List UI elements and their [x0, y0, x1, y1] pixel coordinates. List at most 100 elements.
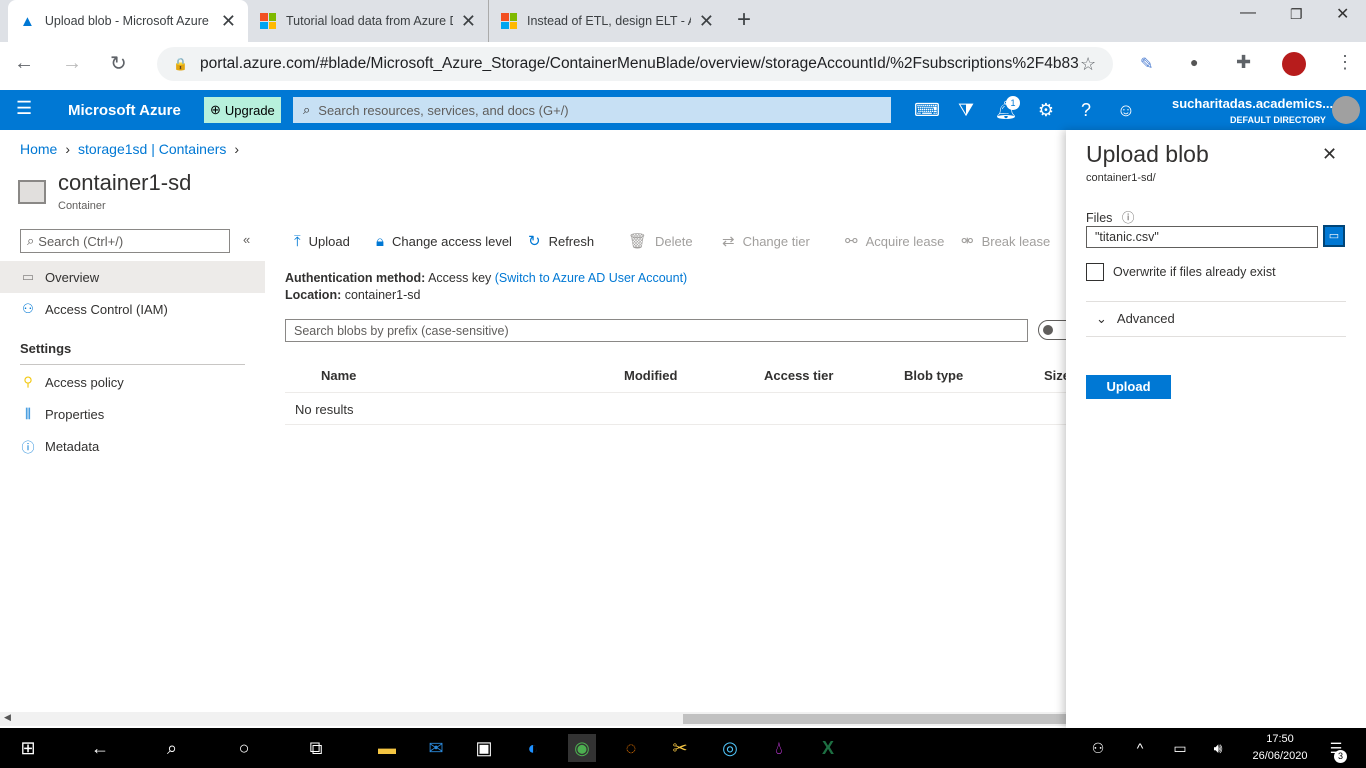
page-subtitle: Container — [58, 200, 106, 212]
paint-icon[interactable]: 💧︎ — [765, 734, 793, 762]
break-lease-button[interactable]: ⚮ Break lease — [961, 231, 1050, 251]
upgrade-button[interactable]: ⊕ Upgrade — [204, 97, 281, 123]
tab-etl[interactable]: Instead of ETL, design ELT - Azure ✕ — [488, 0, 726, 42]
files-input[interactable]: "titanic.csv" — [1086, 226, 1318, 248]
back-icon[interactable]: ← — [14, 52, 34, 75]
brand[interactable]: Microsoft Azure — [68, 102, 181, 119]
container-icon: ▭ — [21, 269, 35, 284]
extension-icon[interactable]: ✎ — [1140, 54, 1153, 74]
task-view-icon[interactable]: ⧉ — [302, 734, 330, 762]
advanced-toggle[interactable]: ⌄ Advanced — [1096, 311, 1175, 327]
volume-icon[interactable]: 🔊︎ — [1204, 734, 1232, 762]
battery-icon[interactable]: ▭ — [1166, 734, 1194, 762]
chrome-icon[interactable]: ◉ — [568, 734, 596, 762]
sidebar-search-input[interactable]: ⌕ Search (Ctrl+/) — [20, 229, 230, 253]
help-icon[interactable]: ? — [1074, 98, 1098, 122]
files-label: Files ⓘ — [1086, 211, 1135, 225]
chevron-up-icon[interactable]: ^ — [1126, 734, 1154, 762]
mail-icon[interactable]: ✉ — [422, 734, 450, 762]
overwrite-checkbox[interactable] — [1086, 263, 1104, 281]
profile-avatar[interactable] — [1282, 52, 1306, 76]
sidebar-item-overview[interactable]: ▭ Overview — [0, 261, 265, 293]
people-icon[interactable]: ⚇ — [1084, 734, 1112, 762]
tab-tutorial[interactable]: Tutorial load data from Azure Data ✕ — [248, 0, 488, 42]
sidebar-item-access-control[interactable]: ⚇ Access Control (IAM) — [0, 293, 265, 325]
puzzle-icon[interactable]: ✚ — [1236, 52, 1251, 73]
back-icon[interactable]: ← — [86, 734, 114, 762]
taskbar: ⊞ ← ⌕ ○ ⧉ ▬ ✉ ▣ ◐ ◉ ◌ ✂ ◎ 💧︎ X ⚇ ^ ▭ 🔊︎ … — [0, 728, 1366, 768]
chevron-right-icon: › — [65, 141, 71, 157]
tab-upload-blob[interactable]: ▲ Upload blob - Microsoft Azure ✕ — [8, 0, 248, 42]
clock-date[interactable]: 26/06/2020 — [1244, 750, 1316, 762]
app-icon[interactable]: ◎ — [716, 734, 744, 762]
extension-icon[interactable]: ● — [1190, 54, 1198, 70]
directory-filter-icon[interactable]: ⧩ — [954, 98, 978, 122]
url-field[interactable]: 🔒 portal.azure.com/#blade/Microsoft_Azur… — [157, 47, 1113, 81]
search-icon: ⌕ — [27, 233, 35, 248]
gear-icon[interactable]: ⚙ — [1034, 98, 1058, 122]
hamburger-menu-icon[interactable]: ☰ — [16, 98, 32, 119]
column-modified[interactable]: Modified — [624, 368, 677, 383]
horizontal-scrollbar[interactable]: ◀ — [0, 712, 1066, 726]
cloud-shell-icon[interactable]: ⌨ — [914, 98, 940, 122]
windows-start-icon[interactable]: ⊞ — [14, 734, 42, 762]
notification-badge: 1 — [1006, 96, 1020, 110]
store-icon[interactable]: ▣ — [470, 734, 498, 762]
sidebar-item-access-policy[interactable]: ⚲ Access policy — [0, 366, 265, 398]
delete-button[interactable]: 🗑︎ Delete — [628, 231, 693, 251]
switch-auth-link[interactable]: (Switch to Azure AD User Account) — [495, 271, 687, 285]
close-window-button[interactable]: ✕ — [1336, 4, 1349, 24]
column-name[interactable]: Name — [321, 368, 356, 383]
location: Location: container1-sd — [285, 288, 421, 302]
user-avatar[interactable] — [1332, 96, 1360, 124]
close-tab-icon[interactable]: ✕ — [221, 11, 236, 32]
collapse-sidebar-icon[interactable]: « — [243, 232, 250, 247]
global-search-input[interactable]: ⌕ Search resources, services, and docs (G… — [293, 97, 891, 123]
edge-icon[interactable]: ◐ — [519, 734, 547, 762]
close-icon[interactable]: ✕ — [1322, 144, 1337, 165]
app-icon[interactable]: ✂ — [666, 734, 694, 762]
cortana-icon[interactable]: ○ — [230, 734, 258, 762]
restore-button[interactable]: ❐ — [1290, 6, 1303, 23]
new-tab-button[interactable]: + — [737, 6, 751, 34]
menu-icon[interactable]: ⋮ — [1336, 52, 1354, 73]
upload-button[interactable]: ⤒ Upload — [294, 231, 350, 251]
column-blob-type[interactable]: Blob type — [904, 368, 963, 383]
file-explorer-icon[interactable]: ▬ — [373, 734, 401, 762]
overwrite-label: Overwrite if files already exist — [1113, 265, 1276, 279]
close-tab-icon[interactable]: ✕ — [461, 11, 476, 32]
jupyter-icon[interactable]: ◌ — [617, 734, 645, 762]
search-icon[interactable]: ⌕ — [158, 734, 186, 762]
change-access-level-button[interactable]: 🔒︎ Change access level — [376, 231, 512, 251]
info-icon: ⓘ — [1121, 211, 1135, 225]
excel-icon[interactable]: X — [814, 734, 842, 762]
blob-search-input[interactable]: Search blobs by prefix (case-sensitive) — [285, 319, 1028, 342]
refresh-button[interactable]: ↻ Refresh — [528, 231, 594, 251]
sidebar-item-properties[interactable]: ⫼ Properties — [0, 398, 265, 430]
change-tier-button[interactable]: ⇄ Change tier — [722, 231, 810, 251]
container-icon — [18, 180, 46, 204]
reload-icon[interactable]: ↻ — [110, 51, 127, 76]
minimize-button[interactable]: — — [1240, 4, 1256, 22]
scrollbar-thumb[interactable] — [683, 714, 1066, 724]
browse-folder-button[interactable]: ▭ — [1323, 225, 1345, 247]
people-icon: ⚇ — [22, 301, 34, 316]
star-icon[interactable]: ☆ — [1080, 54, 1096, 75]
clock-time[interactable]: 17:50 — [1262, 733, 1298, 745]
user-name[interactable]: sucharitadas.academics... — [1172, 96, 1333, 111]
close-tab-icon[interactable]: ✕ — [699, 11, 714, 32]
scroll-left-icon[interactable]: ◀ — [4, 712, 11, 723]
breadcrumb-storage[interactable]: storage1sd | Containers — [78, 141, 226, 157]
upload-submit-button[interactable]: Upload — [1086, 375, 1171, 399]
broken-link-icon: ⚮ — [961, 233, 974, 250]
breadcrumb-home[interactable]: Home — [20, 141, 57, 157]
divider — [285, 424, 1066, 425]
sidebar-item-metadata[interactable]: ⓘ Metadata — [0, 430, 265, 462]
lock-icon: 🔒︎ — [376, 232, 384, 250]
acquire-lease-button[interactable]: ⚯ Acquire lease — [845, 231, 944, 251]
forward-icon[interactable]: → — [62, 52, 82, 75]
divider — [20, 364, 245, 365]
column-access-tier[interactable]: Access tier — [764, 368, 833, 383]
feedback-smiley-icon[interactable]: ☺ — [1114, 98, 1138, 122]
azure-logo-icon: ▲ — [20, 12, 35, 30]
